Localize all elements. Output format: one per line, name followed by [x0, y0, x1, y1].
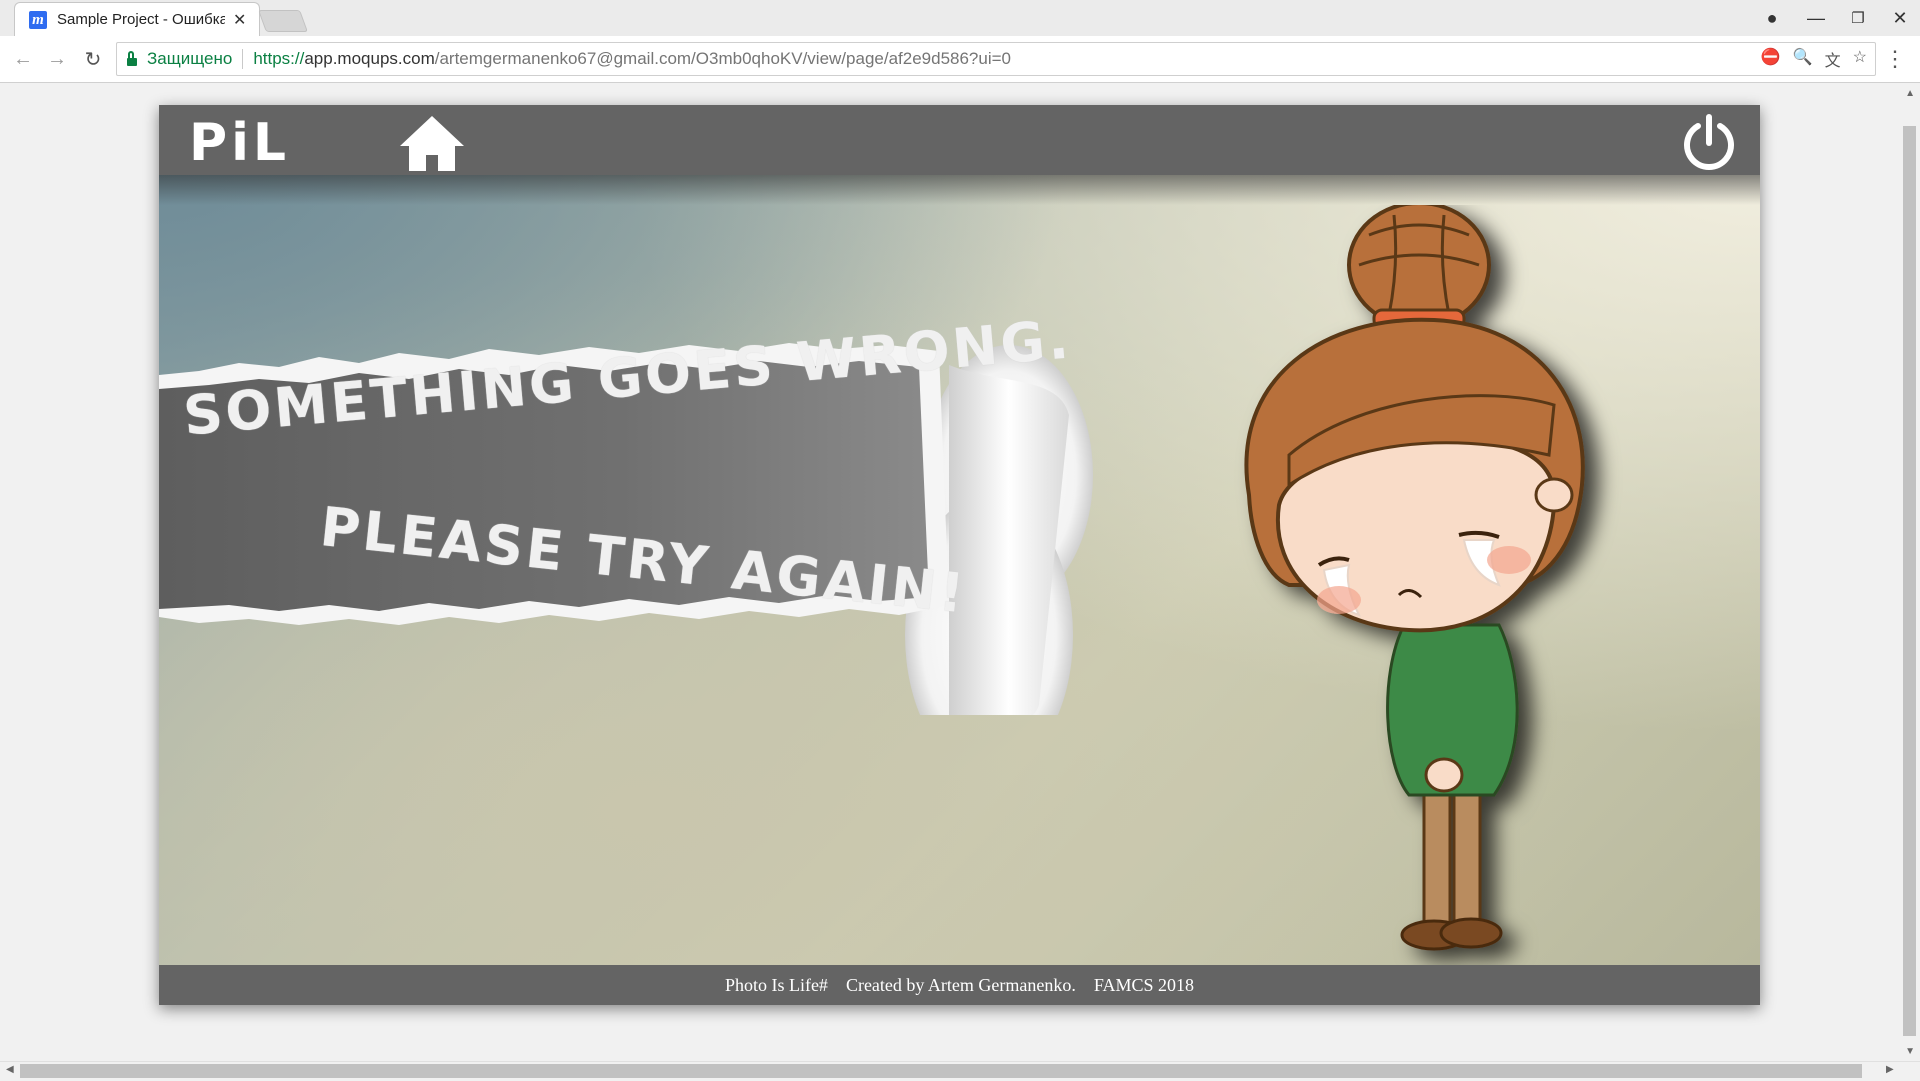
power-icon[interactable] — [1680, 113, 1738, 171]
scroll-down-icon[interactable]: ▼ — [1905, 1046, 1915, 1057]
sad-girl-illustration — [1244, 205, 1585, 951]
back-icon[interactable]: ← — [10, 46, 36, 72]
url-text[interactable]: https://app.moqups.com/artemgermanenko67… — [253, 49, 1011, 69]
vertical-scroll-thumb[interactable] — [1903, 126, 1916, 1036]
omnibox-actions: ⛔ 🔍 文 ☆ — [1761, 47, 1867, 71]
pil-logo[interactable]: PiL — [189, 117, 290, 169]
profile-icon[interactable]: ● — [1752, 4, 1792, 32]
tab-strip: m Sample Project - Ошибка ✕ ● — ❐ ✕ — [0, 0, 1920, 36]
scroll-right-icon[interactable]: ▶ — [1886, 1064, 1894, 1075]
blocked-popup-icon[interactable]: ⛔ — [1761, 47, 1781, 71]
url-scheme: https:// — [253, 49, 305, 68]
url-path: /artemgermanenko67@gmail.com/O3mb0qhoKV/… — [434, 49, 1011, 68]
lock-icon — [127, 51, 137, 66]
app-frame: PiL SOMETHING GOES WRONG. PLEASE TRY AGA… — [159, 105, 1760, 1005]
menu-icon[interactable]: ⋮ — [1884, 46, 1906, 72]
new-tab-button[interactable] — [257, 10, 309, 32]
footer-brand: Photo Is Life# — [724, 974, 828, 995]
close-window-button[interactable]: ✕ — [1880, 4, 1920, 32]
divider — [242, 49, 244, 69]
forward-icon[interactable]: → — [44, 46, 70, 72]
moqups-favicon-icon: m — [29, 10, 47, 29]
home-icon[interactable] — [397, 113, 467, 173]
zoom-icon[interactable]: 🔍 — [1793, 47, 1813, 71]
browser-tab[interactable]: m Sample Project - Ошибка ✕ — [14, 2, 260, 36]
footer-org: FAMCS 2018 — [1093, 974, 1195, 995]
header-shadow — [159, 175, 1760, 205]
scroll-up-icon[interactable]: ▲ — [1905, 88, 1915, 99]
app-header: PiL — [159, 105, 1760, 175]
horizontal-scroll-thumb[interactable] — [20, 1064, 1862, 1078]
star-icon[interactable]: ☆ — [1853, 47, 1867, 71]
torn-paper-banner: SOMETHING GOES WRONG. PLEASE TRY AGAIN! — [159, 305, 1099, 715]
minimize-button[interactable]: — — [1796, 4, 1836, 32]
scroll-left-icon[interactable]: ◀ — [6, 1064, 14, 1075]
restore-button[interactable]: ❐ — [1838, 4, 1878, 32]
error-scene: SOMETHING GOES WRONG. PLEASE TRY AGAIN! — [159, 175, 1760, 965]
secure-label: Защищено — [147, 49, 233, 68]
tab-title: Sample Project - Ошибка — [57, 11, 225, 28]
tab-close-icon[interactable]: ✕ — [233, 10, 246, 30]
footer-credit: Created by Artem Germanenko. — [845, 974, 1076, 995]
url-host: app.moqups.com — [304, 49, 435, 68]
address-bar[interactable]: Защищено https://app.moqups.com/artemger… — [116, 42, 1876, 76]
app-footer: Photo Is Life# Created by Artem Germanen… — [159, 965, 1760, 1005]
browser-toolbar: ← → ↻ Защищено https://app.moqups.com/ar… — [0, 36, 1920, 83]
reload-icon[interactable]: ↻ — [80, 46, 106, 72]
translate-icon[interactable]: 文 — [1825, 47, 1841, 71]
